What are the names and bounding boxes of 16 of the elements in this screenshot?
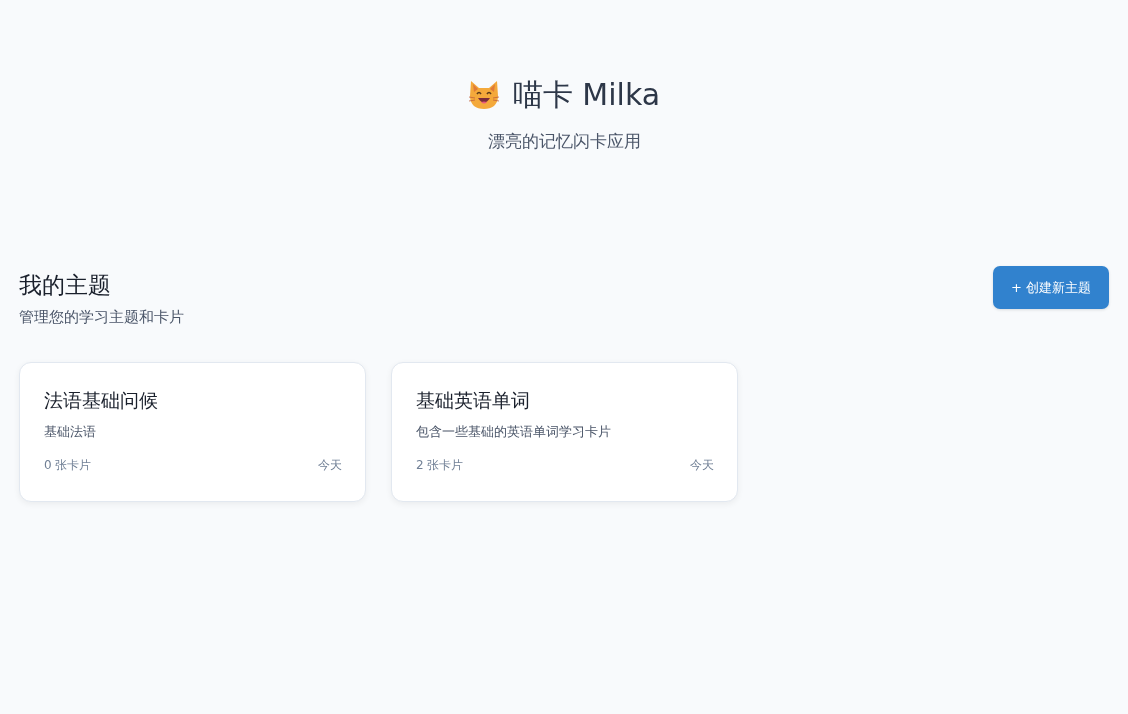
cat-face-icon: [467, 80, 500, 110]
card-count: 2 张卡片: [416, 457, 464, 473]
updated-date: 今天: [690, 457, 714, 473]
topic-card[interactable]: 基础英语单词 包含一些基础的英语单词学习卡片 2 张卡片 今天: [391, 362, 738, 502]
create-topic-button[interactable]: + 创建新主题: [992, 266, 1109, 309]
app-subtitle: 漂亮的记忆闪卡应用: [487, 130, 641, 153]
section-title: 我的主题: [19, 271, 112, 300]
section-subtitle: 管理您的学习主题和卡片: [19, 307, 184, 327]
topic-description: 包含一些基础的英语单词学习卡片: [416, 423, 612, 441]
updated-date: 今天: [318, 457, 342, 473]
card-count: 0 张卡片: [44, 457, 92, 473]
topic-title: 法语基础问候: [44, 388, 159, 413]
topic-title: 基础英语单词: [416, 388, 531, 413]
topic-description: 基础法语: [44, 423, 97, 441]
topic-card[interactable]: 法语基础问候 基础法语 0 张卡片 今天: [19, 362, 366, 502]
app-title: 喵卡 Milka: [512, 76, 661, 114]
